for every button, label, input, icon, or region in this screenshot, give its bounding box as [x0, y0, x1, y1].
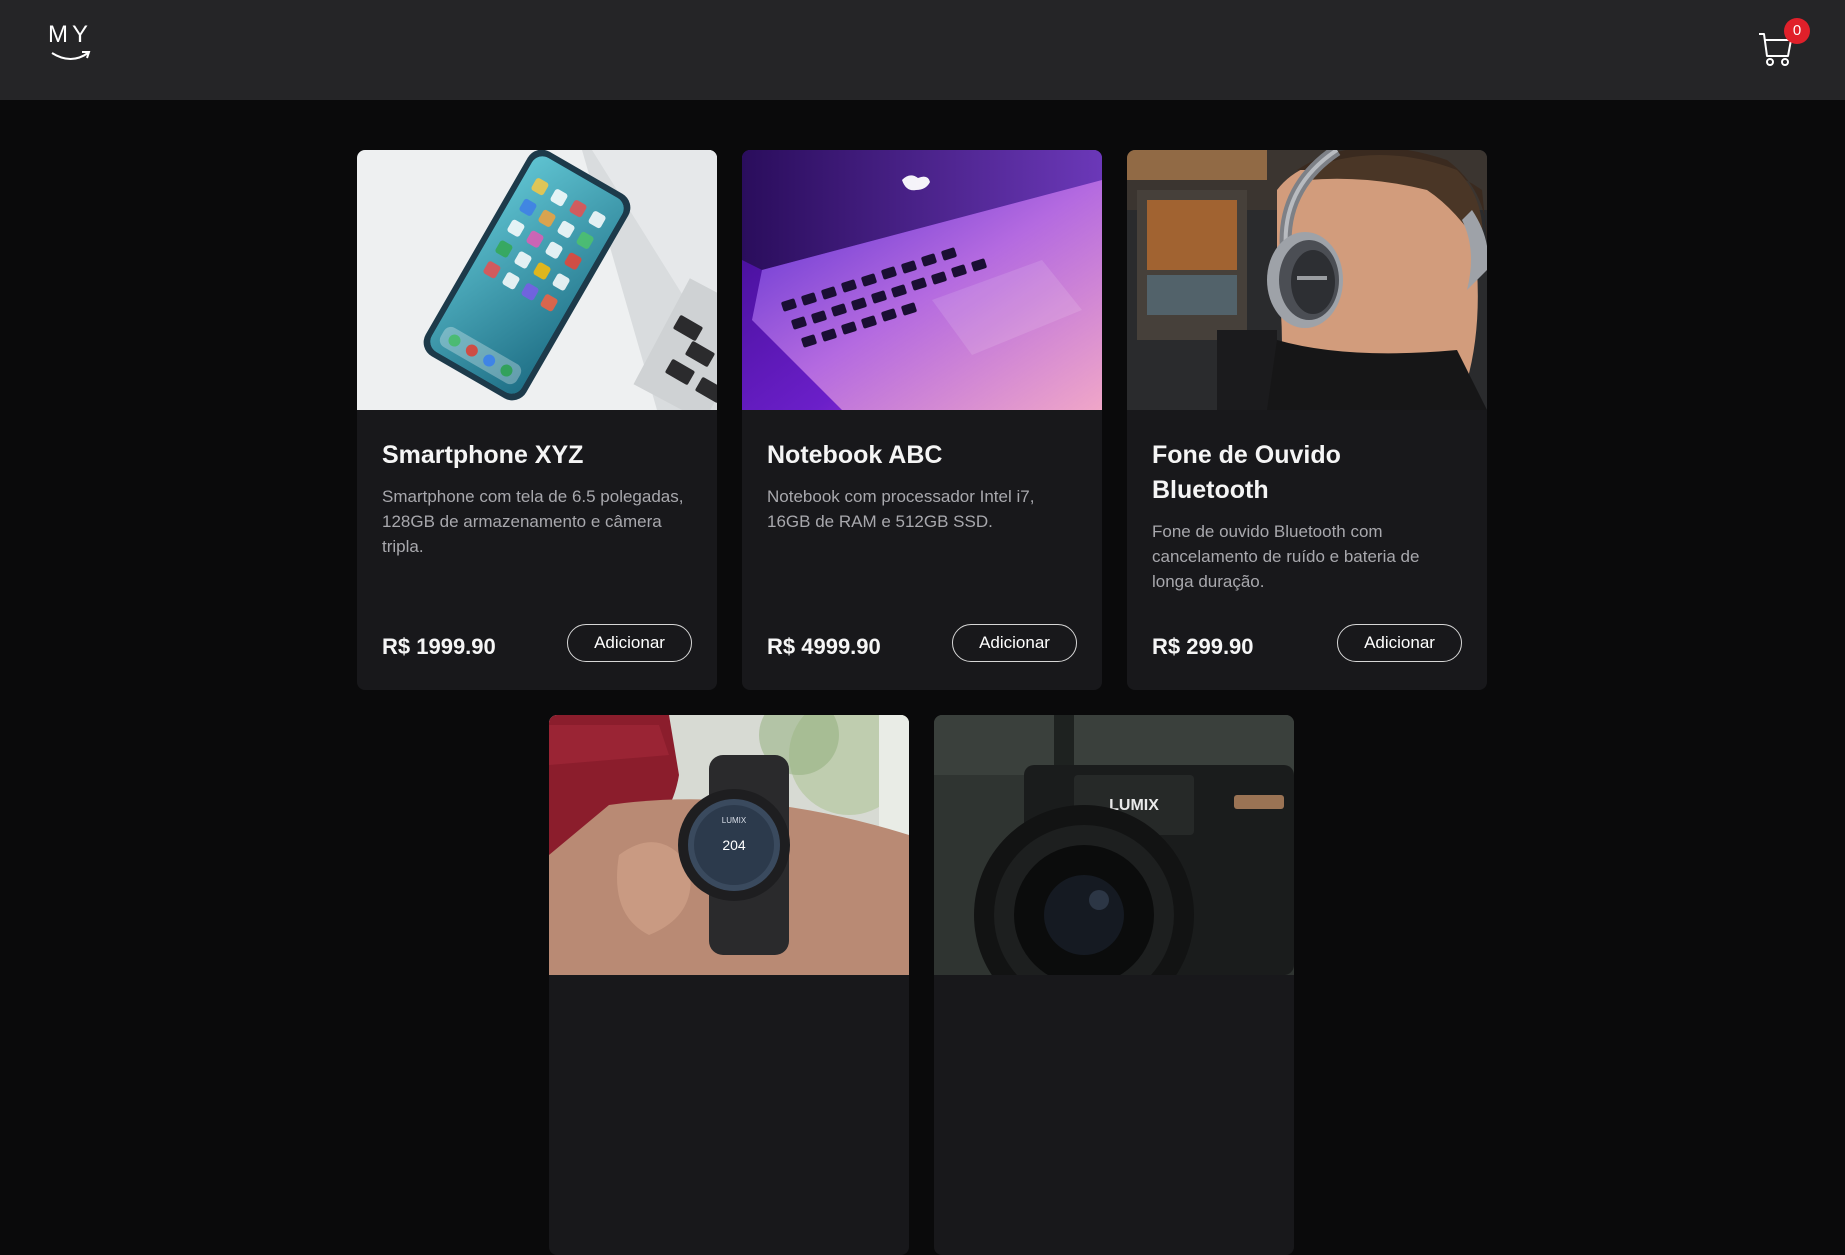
add-to-cart-button[interactable]: Adicionar	[952, 624, 1077, 662]
card-body: Fone de Ouvido Bluetooth Fone de ouvido …	[1152, 438, 1462, 594]
product-price: R$ 1999.90	[382, 634, 496, 659]
logo-text: MY	[48, 21, 92, 48]
camera-photo: LUMIX	[934, 715, 1294, 975]
product-description: Fone de ouvido Bluetooth com cancelament…	[1152, 522, 1420, 591]
store-logo[interactable]: MY	[46, 22, 94, 70]
smartwatch-photo: LUMIX 204	[549, 715, 909, 975]
smile-arrow-icon	[51, 51, 91, 60]
laptop-photo	[742, 150, 1102, 410]
watch-face-brand: LUMIX	[722, 816, 747, 825]
card-body: Smartphone XYZ Smartphone com tela de 6.…	[382, 438, 692, 559]
cart-count-badge: 0	[1784, 18, 1810, 44]
product-description: Notebook com processador Intel i7, 16GB …	[767, 487, 1035, 531]
product-card: Notebook ABC Notebook com processador In…	[742, 150, 1102, 690]
product-card: Smartphone XYZ Smartphone com tela de 6.…	[357, 150, 717, 690]
watch-face-value: 204	[722, 837, 746, 853]
product-card: LUMIX	[934, 715, 1294, 1255]
product-card: LUMIX 204	[549, 715, 909, 1255]
add-to-cart-button[interactable]: Adicionar	[567, 624, 692, 662]
product-description: Smartphone com tela de 6.5 polegadas, 12…	[382, 487, 684, 556]
product-card: Fone de Ouvido Bluetooth Fone de ouvido …	[1127, 150, 1487, 690]
product-price: R$ 299.90	[1152, 634, 1254, 659]
product-title: Notebook ABC	[767, 441, 943, 469]
smartphone-photo	[357, 150, 717, 410]
product-title: Fone de Ouvido Bluetooth	[1152, 441, 1341, 504]
product-title: Smartphone XYZ	[382, 441, 584, 469]
product-price: R$ 4999.90	[767, 634, 881, 659]
card-body: Notebook ABC Notebook com processador In…	[767, 438, 1077, 534]
add-to-cart-button[interactable]: Adicionar	[1337, 624, 1462, 662]
headphones-photo	[1127, 150, 1487, 410]
top-header: MY 0	[0, 0, 1845, 100]
